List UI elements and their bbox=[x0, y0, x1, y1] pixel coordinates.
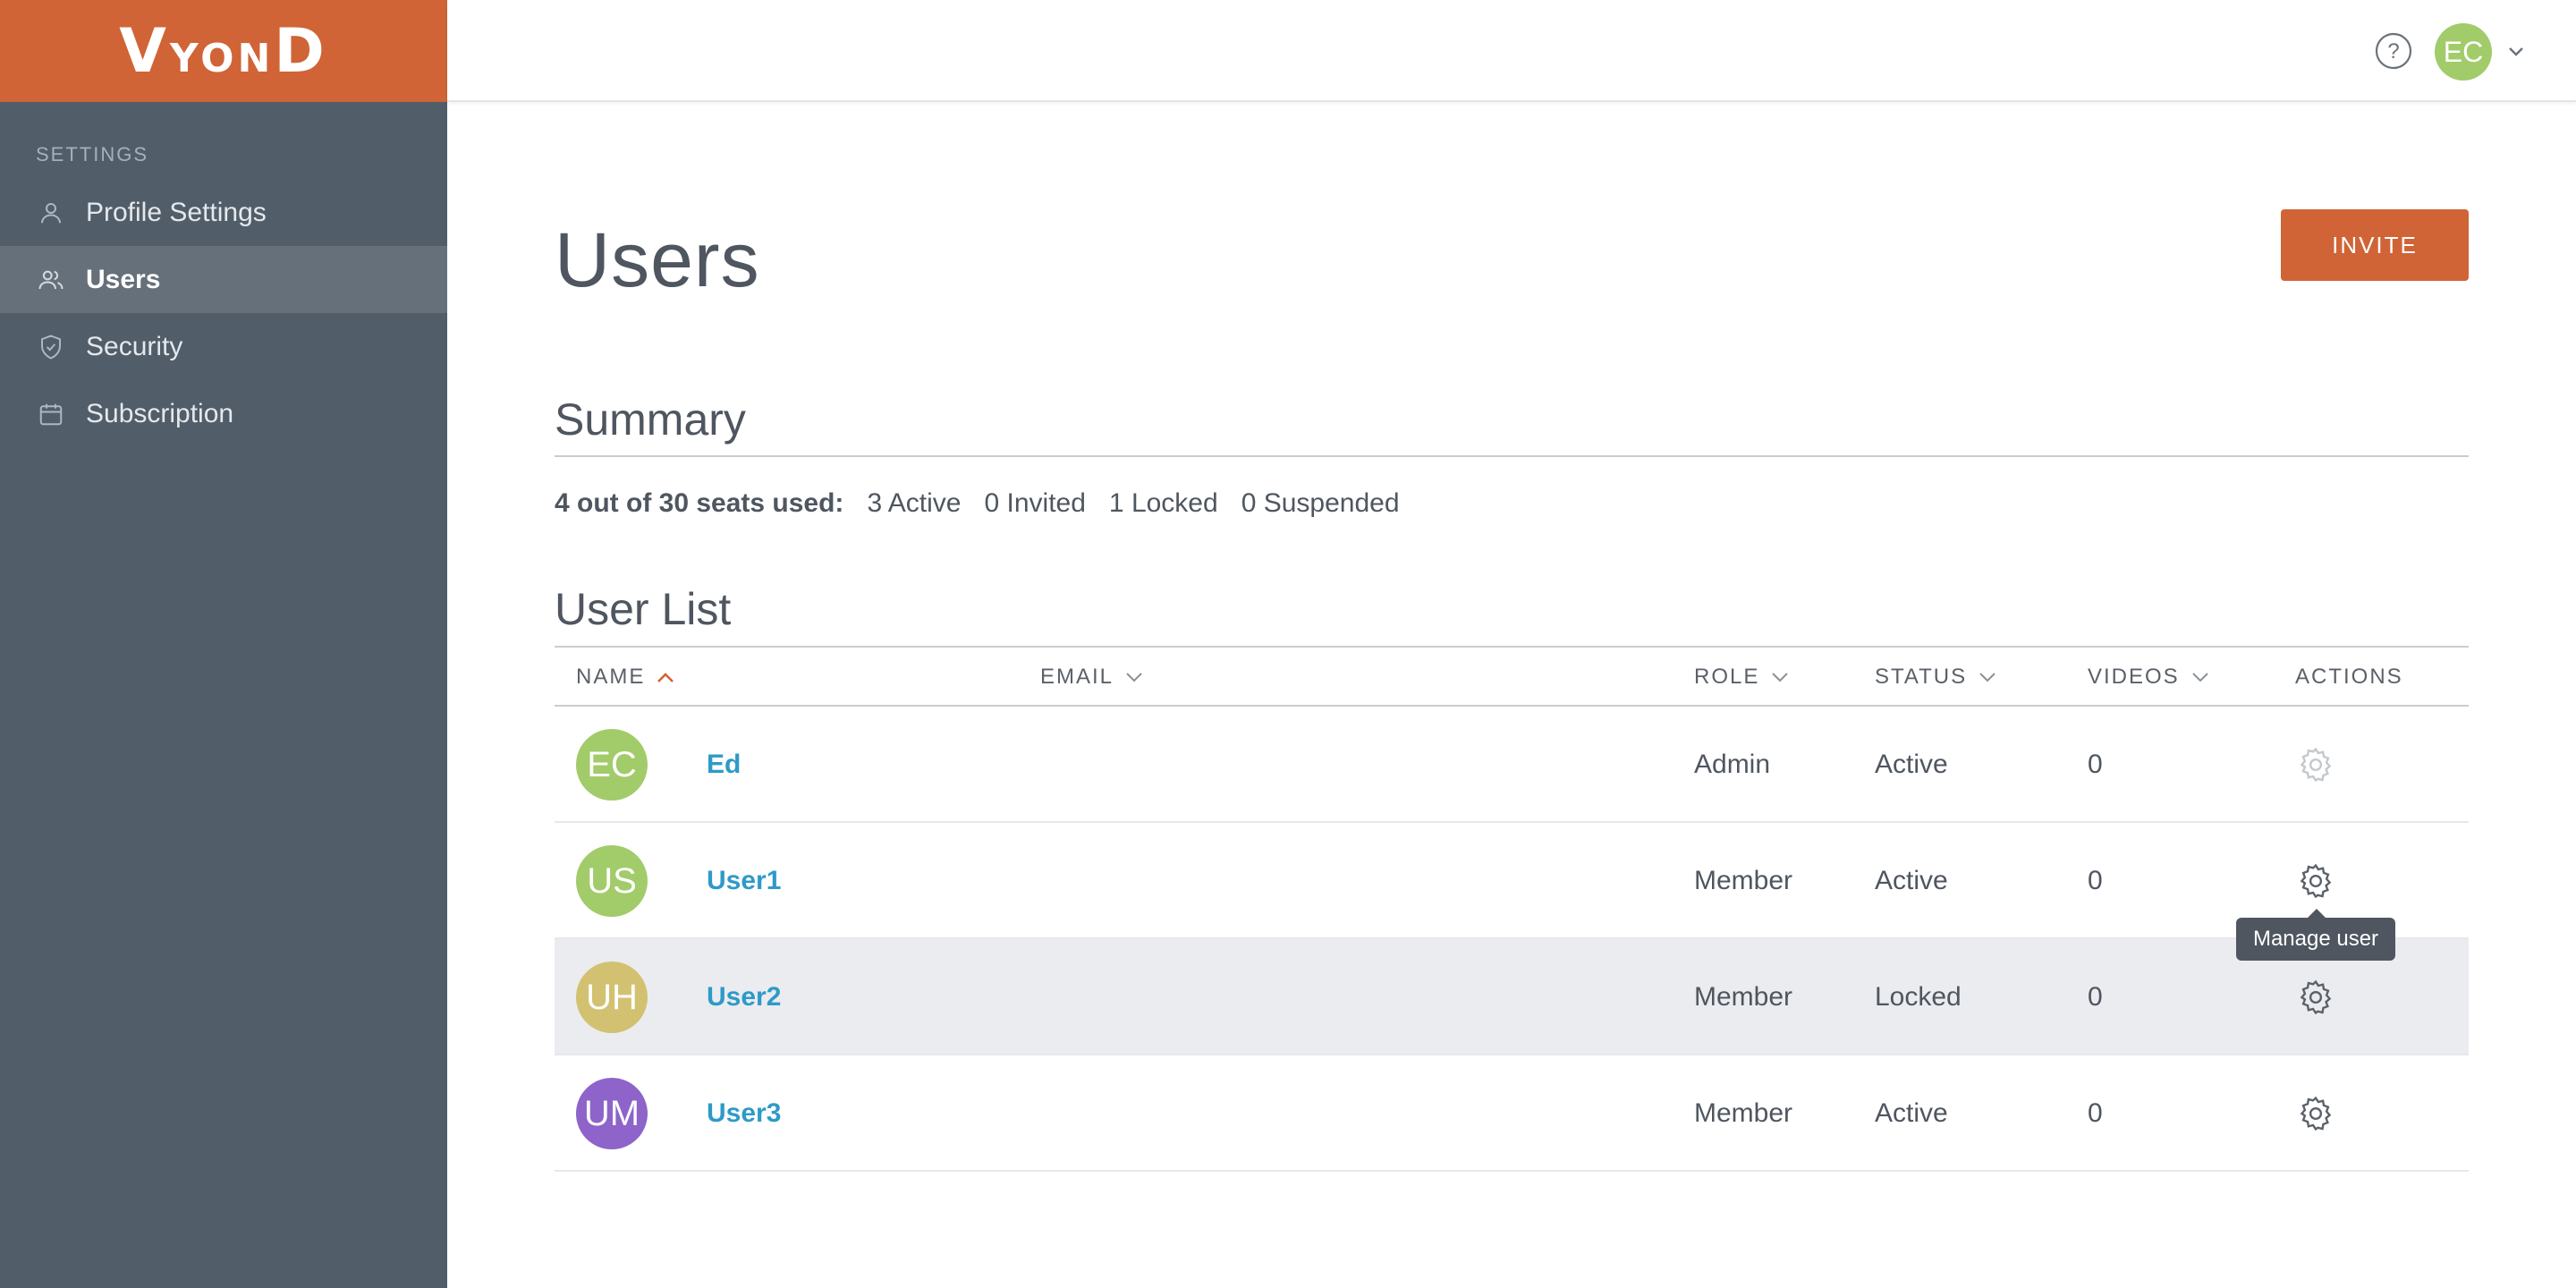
gear-icon[interactable] bbox=[2296, 861, 2335, 901]
column-label: ACTIONS bbox=[2295, 665, 2403, 689]
user-list-heading: User List bbox=[555, 584, 732, 634]
chevron-down-icon[interactable] bbox=[2506, 43, 2526, 59]
logo-letter-d: D bbox=[274, 15, 328, 87]
column-label: EMAIL bbox=[1040, 665, 1114, 689]
gear-icon[interactable] bbox=[2296, 1094, 2335, 1133]
user-videos: 0 bbox=[2088, 982, 2103, 1012]
sidebar-item-users[interactable]: Users bbox=[0, 246, 447, 313]
sidebar-item-label: Security bbox=[86, 331, 183, 361]
column-label: STATUS bbox=[1875, 665, 1968, 689]
account-avatar[interactable]: EC bbox=[2435, 23, 2492, 80]
column-label: VIDEOS bbox=[2088, 665, 2180, 689]
user-videos: 0 bbox=[2088, 750, 2103, 779]
avatar: US bbox=[576, 845, 648, 917]
avatar: UH bbox=[576, 962, 648, 1033]
seats-used-label: 4 out of 30 seats used: bbox=[555, 488, 844, 518]
column-header-status[interactable]: STATUS bbox=[1875, 648, 1997, 707]
sidebar-item-label: Subscription bbox=[86, 398, 234, 428]
settings-heading: SETTINGS bbox=[36, 143, 149, 165]
column-header-role[interactable]: ROLE bbox=[1694, 648, 1790, 707]
avatar: EC bbox=[576, 729, 648, 801]
sidebar-item-security[interactable]: Security bbox=[0, 313, 447, 380]
user-name-link[interactable]: User3 bbox=[707, 1055, 781, 1172]
column-header-actions: ACTIONS bbox=[2295, 648, 2403, 707]
calendar-icon bbox=[36, 399, 66, 429]
user-status: Active bbox=[1875, 866, 1948, 895]
sidebar-item-label: Users bbox=[86, 264, 161, 294]
avatar: UM bbox=[576, 1078, 648, 1149]
locked-count: 1 Locked bbox=[1108, 488, 1218, 518]
column-label: NAME bbox=[576, 665, 646, 689]
column-header-videos[interactable]: VIDEOS bbox=[2088, 648, 2210, 707]
invited-count: 0 Invited bbox=[984, 488, 1086, 518]
table-row: UH User2 Member Locked 0 bbox=[555, 939, 2469, 1055]
sidebar-item-profile-settings[interactable]: Profile Settings bbox=[0, 179, 447, 246]
invite-button[interactable]: INVITE bbox=[2281, 209, 2469, 281]
user-role: Member bbox=[1694, 982, 1793, 1012]
sidebar-item-label: Profile Settings bbox=[86, 197, 267, 227]
manage-user-tooltip: Manage user bbox=[2236, 909, 2395, 961]
table-header: NAME EMAIL ROLE STATUS VIDEOS ACTIONS bbox=[555, 648, 2469, 707]
users-icon bbox=[36, 265, 66, 295]
user-role: Member bbox=[1694, 866, 1793, 895]
user-name-link[interactable]: Ed bbox=[707, 707, 741, 823]
user-status: Locked bbox=[1875, 982, 1962, 1012]
seat-summary: 4 out of 30 seats used: 3 Active 0 Invit… bbox=[555, 488, 1400, 519]
question-circle-icon[interactable]: ? bbox=[2375, 32, 2412, 70]
svg-text:?: ? bbox=[2387, 39, 2399, 64]
summary-heading: Summary bbox=[555, 394, 746, 445]
chevron-down-icon bbox=[1979, 673, 1996, 682]
chevron-down-icon bbox=[2191, 673, 2208, 682]
user-role: Admin bbox=[1694, 750, 1771, 779]
chevron-down-icon bbox=[1126, 673, 1142, 682]
user-name-link[interactable]: User2 bbox=[707, 939, 781, 1055]
user-icon bbox=[36, 198, 66, 228]
vyond-logo[interactable]: V YON D bbox=[119, 16, 328, 87]
top-bar: ? EC bbox=[447, 0, 2576, 102]
user-role: Member bbox=[1694, 1098, 1793, 1128]
column-header-email[interactable]: EMAIL bbox=[1040, 648, 1144, 707]
sidebar-item-subscription[interactable]: Subscription bbox=[0, 380, 447, 447]
active-count: 3 Active bbox=[867, 488, 962, 518]
gear-icon[interactable] bbox=[2296, 978, 2335, 1017]
chevron-down-icon bbox=[1772, 673, 1789, 682]
user-status: Active bbox=[1875, 750, 1948, 779]
user-status: Active bbox=[1875, 1098, 1948, 1128]
page-title: Users bbox=[555, 217, 760, 303]
user-videos: 0 bbox=[2088, 866, 2103, 895]
user-name-link[interactable]: User1 bbox=[707, 823, 781, 939]
logo-bar: V YON D bbox=[0, 0, 447, 102]
logo-letters-yon: YON bbox=[169, 35, 275, 81]
table-row: UM User3 Member Active 0 bbox=[555, 1055, 2469, 1172]
column-header-name[interactable]: NAME bbox=[576, 648, 675, 707]
table-row: US User1 Member Active 0 bbox=[555, 823, 2469, 939]
gear-icon bbox=[2300, 747, 2332, 783]
table-row: EC Ed Admin Active 0 bbox=[555, 707, 2469, 823]
suspended-count: 0 Suspended bbox=[1241, 488, 1400, 518]
shield-icon bbox=[36, 332, 66, 362]
divider bbox=[555, 455, 2469, 457]
logo-letter-v: V bbox=[119, 15, 170, 87]
chevron-up-icon bbox=[657, 673, 674, 682]
sidebar: V YON D SETTINGS Profile Settings Users Se… bbox=[0, 0, 447, 1288]
column-label: ROLE bbox=[1694, 665, 1760, 689]
user-videos: 0 bbox=[2088, 1098, 2103, 1128]
sidebar-nav: Profile Settings Users Security Subscrip… bbox=[0, 179, 447, 447]
